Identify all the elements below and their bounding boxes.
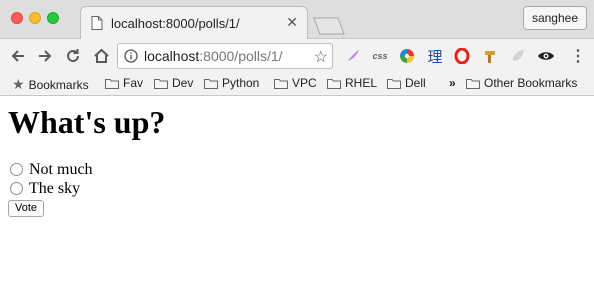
back-arrow-icon[interactable] — [9, 47, 27, 65]
page-content: What's up? Not much The sky Vote — [0, 104, 594, 217]
minimize-window-button[interactable] — [29, 12, 41, 24]
vote-button[interactable]: Vote — [8, 200, 45, 217]
page-heading: What's up? — [8, 104, 166, 140]
grayleaf-icon[interactable] — [509, 47, 527, 65]
title-bar: localhost:8000/polls/1/ ✕ sanghee — [0, 0, 594, 39]
bookmark-label: Python — [222, 76, 260, 90]
bookmark-item-fav[interactable]: Fav — [105, 76, 143, 90]
address-bar[interactable]: localhost:8000/polls/1/ ☆ — [117, 43, 333, 69]
page-icon — [91, 16, 103, 30]
bookmarks-bar: ★ Bookmarks Fav Dev Python VPC RHEL Dell… — [0, 73, 594, 96]
bookmark-item-dell[interactable]: Dell — [387, 76, 426, 90]
choice-item[interactable]: The sky — [8, 179, 586, 198]
folder-icon — [466, 78, 480, 89]
zoom-window-button[interactable] — [47, 12, 59, 24]
bookmark-item-bookmarks[interactable]: ★ Bookmarks — [12, 76, 89, 93]
forward-arrow-icon[interactable] — [36, 47, 54, 65]
folder-icon — [274, 78, 288, 89]
kanji-icon[interactable]: 理 — [426, 47, 444, 66]
window-controls — [11, 12, 59, 24]
feather-icon[interactable] — [344, 47, 362, 65]
home-icon[interactable] — [92, 47, 110, 65]
choice-radio[interactable] — [10, 182, 23, 195]
bookmark-label: VPC — [292, 76, 317, 90]
info-icon[interactable] — [124, 49, 138, 63]
folder-icon — [327, 78, 341, 89]
colorwheel-icon[interactable] — [398, 47, 416, 65]
profile-button[interactable]: sanghee — [522, 6, 587, 30]
bookmark-item-vpc[interactable]: VPC — [274, 76, 317, 90]
tab-title: localhost:8000/polls/1/ — [111, 16, 240, 31]
choice-label[interactable]: Not much — [29, 161, 93, 179]
menu-kebab-icon[interactable]: ⋮ — [569, 47, 587, 65]
eye-icon[interactable] — [537, 47, 555, 65]
opera-icon[interactable] — [453, 47, 471, 65]
close-tab-icon[interactable]: ✕ — [286, 14, 298, 31]
bookmark-label: Fav — [123, 76, 144, 90]
folder-icon — [154, 78, 168, 89]
bookmark-item-python[interactable]: Python — [204, 76, 259, 90]
poll-choices: Not much The sky — [8, 160, 586, 198]
reload-icon[interactable] — [64, 47, 82, 65]
bookmark-item-dev[interactable]: Dev — [154, 76, 193, 90]
folder-icon — [204, 78, 218, 89]
bookmark-label: Dell — [405, 76, 426, 90]
toolbar: localhost:8000/polls/1/ ☆ css 理 ⋮ — [0, 39, 594, 73]
bookmark-star-icon[interactable]: ☆ — [314, 47, 328, 67]
bookmark-item-other-bookmarks[interactable]: Other Bookmarks — [466, 76, 577, 90]
tab-active[interactable]: localhost:8000/polls/1/ ✕ — [80, 6, 308, 39]
bookmark-label: Dev — [172, 76, 194, 90]
bookmarks-overflow-chevron-icon[interactable]: » — [449, 76, 456, 90]
url-text[interactable]: localhost:8000/polls/1/ — [144, 48, 283, 64]
folder-icon — [105, 78, 119, 89]
url-host: localhost — [144, 48, 200, 64]
new-tab-button[interactable] — [312, 17, 346, 35]
url-path: :8000/polls/1/ — [199, 48, 283, 64]
bookmark-label: Other Bookmarks — [484, 76, 578, 90]
folder-icon — [387, 78, 401, 89]
bookmark-item-rhel[interactable]: RHEL — [327, 76, 377, 90]
choice-radio[interactable] — [10, 163, 23, 176]
bookmark-label: Bookmarks — [28, 77, 89, 92]
bookmarks-star-icon: ★ — [12, 76, 25, 92]
choice-label[interactable]: The sky — [29, 180, 80, 198]
bookmark-label: RHEL — [345, 76, 378, 90]
choice-item[interactable]: Not much — [8, 160, 586, 179]
close-window-button[interactable] — [11, 12, 23, 24]
css-icon[interactable]: css — [371, 47, 389, 65]
hammer-icon[interactable] — [481, 47, 499, 65]
